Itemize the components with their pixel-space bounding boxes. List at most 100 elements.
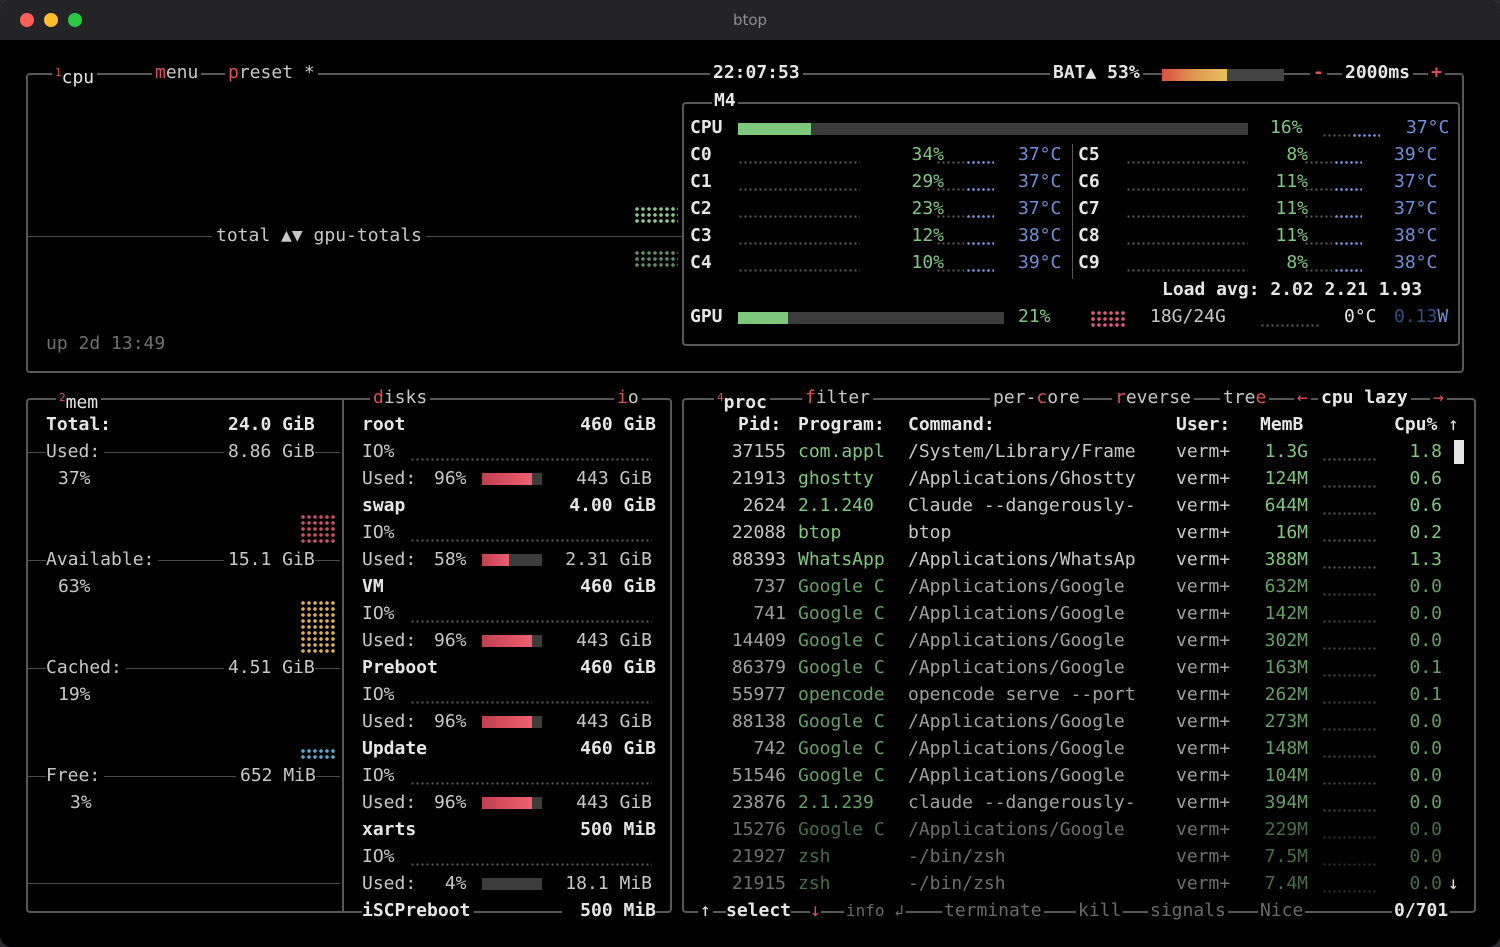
core-temp: 37°C: [1018, 198, 1062, 219]
disk-name: iSCPreboot: [362, 900, 475, 922]
core-temp: 39°C: [1018, 252, 1062, 273]
proc-pid: 23876: [731, 792, 786, 813]
proc-pid: 741: [753, 603, 786, 624]
proc-command: /Applications/Google: [908, 603, 1125, 624]
core-name: C8: [1078, 225, 1100, 246]
reverse-toggle[interactable]: reverse: [1112, 387, 1194, 409]
table-row[interactable]: 37155 com.appl/System/Library/Frame verm+ 1…: [20, 441, 1460, 463]
preset-button[interactable]: preset *: [225, 62, 318, 84]
sort-prev-button[interactable]: ←: [1294, 387, 1311, 409]
proc-cpu-spark: [1322, 809, 1378, 812]
table-row[interactable]: 21927 zsh -/bin/zsh verm+ 7.5M 0.0: [20, 846, 1460, 868]
table-row[interactable]: 737 Google C/Applications/Google verm+ 632M…: [20, 576, 1460, 598]
proc-command: /Applications/Google: [908, 819, 1125, 840]
tree-toggle[interactable]: tree: [1220, 387, 1270, 409]
core-percent: 11%: [1275, 198, 1308, 219]
table-row[interactable]: 15276 Google C/Applications/Google verm+ 22…: [20, 819, 1460, 841]
proc-user: verm+: [1176, 873, 1231, 894]
proc-command: /System/Library/Frame: [908, 441, 1136, 462]
proc-user: verm+: [1176, 495, 1231, 516]
proc-command: opencode serve --port: [908, 684, 1136, 705]
table-row[interactable]: 86379 Google C/Applications/Google verm+ 16…: [20, 657, 1460, 679]
table-row[interactable]: 22088 btop btop verm+ 16M 0.2: [20, 522, 1460, 544]
core-temp-spark: [1334, 242, 1362, 245]
table-row[interactable]: 2624 2.1.240 Claude --dangerously-verm+ 644…: [20, 495, 1460, 517]
table-row[interactable]: 21915 zsh -/bin/zsh verm+ 7.4M 0.0: [20, 873, 1460, 895]
core-temp: 38°C: [1394, 252, 1438, 273]
table-row[interactable]: 88138 Google C/Applications/Google verm+ 27…: [20, 711, 1460, 733]
proc-cpu-spark: [1322, 701, 1378, 704]
table-row[interactable]: 21913 ghostty/Applications/Ghostty verm+ 12…: [20, 468, 1460, 490]
scroll-up-icon[interactable]: ↑: [1448, 414, 1459, 436]
kill-button[interactable]: kill: [1076, 900, 1124, 922]
proc-pid: 14409: [731, 630, 786, 651]
menu-button[interactable]: menu: [152, 62, 202, 84]
proc-user: verm+: [1176, 441, 1231, 462]
proc-user: verm+: [1176, 738, 1231, 759]
increase-refresh-button[interactable]: +: [1428, 62, 1445, 84]
mem-tab[interactable]: 2mem: [56, 387, 102, 414]
sort-field[interactable]: cpu lazy: [1318, 387, 1411, 409]
proc-pid: 21927: [731, 846, 786, 867]
filter-button[interactable]: filter: [802, 387, 874, 409]
proc-mem: 632M: [1264, 576, 1308, 597]
core-temp-spark: [1334, 215, 1362, 218]
btop-terminal: 1cpu menu preset * 22:07:53 BAT▲ 53% - 2…: [20, 60, 1480, 926]
core-percent: 8%: [1286, 252, 1308, 273]
table-row[interactable]: 742 Google C/Applications/Google verm+ 148M…: [20, 738, 1460, 760]
select-up-icon[interactable]: ↑: [698, 900, 713, 922]
proc-mem: 1.3G: [1264, 441, 1308, 462]
core-name: C1: [690, 171, 712, 192]
cpu-total-spark: [1322, 134, 1350, 137]
table-row[interactable]: 741 Google C/Applications/Google verm+ 142M…: [20, 603, 1460, 625]
graph-mode-label[interactable]: total ▲▼ gpu-totals: [212, 225, 426, 247]
proc-command: btop: [908, 522, 952, 543]
info-button[interactable]: info ↲: [844, 900, 906, 922]
proc-user: verm+: [1176, 630, 1231, 651]
proc-cpu-spark: [1322, 512, 1378, 515]
proc-command: Claude --dangerously-: [908, 495, 1136, 516]
table-row[interactable]: 23876 2.1.239 claude --dangerously-verm+ 39…: [20, 792, 1460, 814]
table-row[interactable]: 14409 Google C/Applications/Google verm+ 30…: [20, 630, 1460, 652]
table-row[interactable]: 51546 Google C/Applications/Google verm+ 10…: [20, 765, 1460, 787]
per-core-toggle[interactable]: per-core: [990, 387, 1083, 409]
table-row[interactable]: 88393 WhatsApp/Applications/WhatsAp verm+ 3…: [20, 549, 1460, 571]
core-percent: 12%: [911, 225, 944, 246]
proc-cpu: 0.0: [1409, 819, 1442, 840]
cpu-tab[interactable]: 1cpu: [52, 62, 98, 89]
proc-cpu: 1.8: [1409, 441, 1442, 462]
core-temp-spark-gray: [936, 188, 964, 191]
select-down-icon[interactable]: ↓: [810, 900, 821, 922]
core-name: C9: [1078, 252, 1100, 273]
window-title: btop: [732, 11, 768, 29]
disk-name: root: [362, 414, 410, 436]
io-toggle[interactable]: io: [614, 387, 642, 409]
decrease-refresh-button[interactable]: -: [1310, 62, 1327, 84]
signals-button[interactable]: signals: [1148, 900, 1228, 922]
proc-cpu-spark: [1322, 539, 1378, 542]
proc-cpu: 1.3: [1409, 549, 1442, 570]
disks-tab[interactable]: disks: [370, 387, 431, 409]
proc-program: WhatsApp: [798, 549, 885, 570]
cpu-temp-spark: [1352, 134, 1380, 137]
core-name: C2: [690, 198, 712, 219]
core-temp-spark-gray: [1304, 215, 1332, 218]
proc-command: /Applications/Ghostty: [908, 468, 1136, 489]
proc-cpu: 0.0: [1409, 846, 1442, 867]
header-program: Program:: [798, 414, 885, 435]
proc-cpu: 0.2: [1409, 522, 1442, 543]
gpu-memory: 18G/24G: [1150, 306, 1226, 327]
proc-mem: 142M: [1264, 603, 1308, 624]
proc-user: verm+: [1176, 657, 1231, 678]
sort-next-button[interactable]: →: [1430, 387, 1447, 409]
proc-pid: 51546: [731, 765, 786, 786]
terminate-button[interactable]: terminate: [942, 900, 1044, 922]
core-temp-spark: [966, 215, 994, 218]
proc-pid: 15276: [731, 819, 786, 840]
proc-program: Google C: [798, 765, 885, 786]
nice-button[interactable]: Nice: [1258, 900, 1306, 922]
title-bar: btop: [0, 0, 1500, 40]
table-row[interactable]: 55977 opencode opencode serve --port verm+ 2…: [20, 684, 1460, 706]
proc-tab[interactable]: 4proc: [714, 387, 770, 414]
proc-command: /Applications/Google: [908, 657, 1125, 678]
